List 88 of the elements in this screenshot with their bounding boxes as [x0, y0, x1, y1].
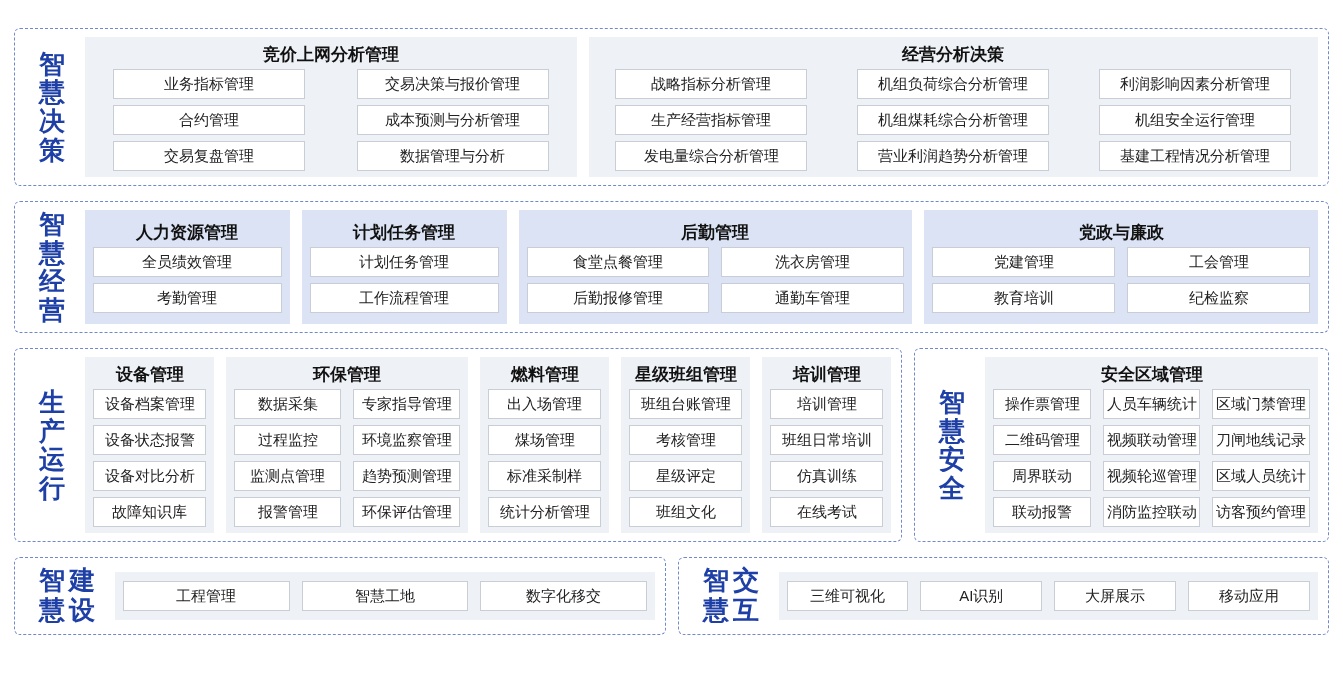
function-item[interactable]: 合约管理 — [112, 105, 305, 135]
function-item[interactable]: 刀闸地线记录 — [1212, 425, 1310, 456]
function-item[interactable]: 视频联动管理 — [1102, 425, 1201, 456]
function-item[interactable]: 工程管理 — [123, 581, 290, 612]
function-item[interactable]: 三维可视化 — [786, 581, 909, 612]
section-title: 智慧经营 — [39, 210, 65, 325]
function-item[interactable]: 战略指标分析管理 — [615, 69, 808, 99]
function-item[interactable]: 星级评定 — [629, 461, 743, 492]
function-item[interactable]: 培训管理 — [770, 389, 884, 420]
function-item[interactable]: 数据管理与分析 — [356, 141, 549, 171]
function-item[interactable]: 洗衣房管理 — [721, 247, 905, 278]
module-title: 星级班组管理 — [633, 364, 738, 387]
function-item[interactable]: 二维码管理 — [993, 425, 1091, 456]
section-title: 智慧决策 — [39, 49, 65, 165]
function-item[interactable]: 工作流程管理 — [309, 283, 499, 314]
function-item[interactable]: 利润影响因素分析管理 — [1099, 69, 1292, 99]
function-item[interactable]: 工会管理 — [1127, 247, 1310, 278]
function-item[interactable]: 趋势预测管理 — [353, 461, 461, 492]
function-item[interactable]: 智慧工地 — [301, 581, 468, 612]
function-item[interactable]: 专家指导管理 — [353, 389, 461, 420]
module-title: 培训管理 — [791, 364, 862, 387]
section-title: 智慧交互 — [702, 566, 759, 627]
function-item[interactable]: 数字化移交 — [480, 581, 647, 612]
section-title: 智慧安全 — [939, 388, 966, 503]
function-item[interactable]: 过程监控 — [234, 425, 342, 456]
function-item[interactable]: 班组日常培训 — [770, 425, 884, 456]
function-item[interactable]: 人员车辆统计 — [1102, 389, 1201, 420]
section-title: 生产运行 — [39, 388, 65, 503]
function-item[interactable]: 考勤管理 — [93, 283, 282, 314]
function-item[interactable]: 监测点管理 — [234, 461, 342, 492]
section-title: 智慧建设 — [39, 566, 95, 627]
function-item[interactable]: 区域人员统计 — [1212, 461, 1310, 492]
function-item[interactable]: 消防监控联动 — [1102, 497, 1201, 528]
function-item[interactable]: 移动应用 — [1188, 581, 1310, 612]
function-item[interactable]: 环保评估管理 — [353, 497, 461, 528]
function-item[interactable]: 班组台账管理 — [629, 389, 743, 420]
function-item[interactable]: AI识别 — [920, 581, 1043, 612]
module-title: 设备管理 — [114, 364, 185, 387]
function-item[interactable]: 故障知识库 — [93, 497, 207, 528]
function-item[interactable]: 考核管理 — [629, 425, 743, 456]
module-title: 人力资源管理 — [135, 222, 240, 245]
function-item[interactable]: 机组煤耗综合分析管理 — [857, 105, 1050, 135]
function-item[interactable]: 全员绩效管理 — [93, 247, 282, 278]
function-item[interactable]: 出入场管理 — [488, 389, 602, 420]
function-item[interactable]: 区域门禁管理 — [1212, 389, 1310, 420]
function-item[interactable]: 食堂点餐管理 — [526, 247, 710, 278]
module-title: 党政与廉政 — [1077, 222, 1165, 245]
function-item[interactable]: 纪检监察 — [1127, 283, 1310, 314]
function-item[interactable]: 教育培训 — [932, 283, 1116, 314]
module-title: 后勤管理 — [680, 222, 751, 245]
function-item[interactable]: 视频轮巡管理 — [1102, 461, 1201, 492]
function-item[interactable]: 计划任务管理 — [309, 247, 499, 278]
function-item[interactable]: 煤场管理 — [488, 425, 602, 456]
function-item[interactable]: 大屏展示 — [1054, 581, 1177, 612]
function-item[interactable]: 班组文化 — [629, 497, 743, 528]
function-item[interactable]: 报警管理 — [234, 497, 342, 528]
function-item[interactable]: 数据采集 — [234, 389, 342, 420]
function-item[interactable]: 成本预测与分析管理 — [356, 105, 549, 135]
function-item[interactable]: 机组安全运行管理 — [1099, 105, 1292, 135]
function-item[interactable]: 标准采制样 — [488, 461, 602, 492]
function-item[interactable]: 访客预约管理 — [1212, 497, 1310, 528]
function-item[interactable]: 联动报警 — [993, 497, 1091, 528]
function-item[interactable]: 发电量综合分析管理 — [615, 141, 808, 171]
module-title: 经营分析决策 — [901, 44, 1006, 66]
function-item[interactable]: 统计分析管理 — [488, 497, 602, 528]
module-title: 燃料管理 — [509, 364, 580, 387]
module-title: 竞价上网分析管理 — [261, 44, 400, 66]
function-item[interactable]: 基建工程情况分析管理 — [1099, 141, 1292, 171]
function-item[interactable]: 营业利润趋势分析管理 — [857, 141, 1050, 171]
function-item[interactable]: 设备状态报警 — [93, 425, 207, 456]
function-item[interactable]: 通勤车管理 — [721, 283, 905, 314]
function-item[interactable]: 在线考试 — [770, 497, 884, 528]
function-item[interactable]: 交易复盘管理 — [112, 141, 305, 171]
module-title: 安全区域管理 — [1099, 364, 1204, 387]
function-item[interactable]: 周界联动 — [993, 461, 1091, 492]
function-item[interactable]: 设备对比分析 — [93, 461, 207, 492]
function-item[interactable]: 机组负荷综合分析管理 — [857, 69, 1050, 99]
function-item[interactable]: 业务指标管理 — [112, 69, 305, 99]
module-title: 环保管理 — [311, 364, 383, 387]
module-title: 计划任务管理 — [351, 222, 457, 245]
function-item[interactable]: 后勤报修管理 — [526, 283, 710, 314]
function-item[interactable]: 交易决策与报价管理 — [356, 69, 549, 99]
function-item[interactable]: 仿真训练 — [770, 461, 884, 492]
function-item[interactable]: 生产经营指标管理 — [615, 105, 808, 135]
function-item[interactable]: 环境监察管理 — [353, 425, 461, 456]
function-item[interactable]: 党建管理 — [932, 247, 1116, 278]
function-item[interactable]: 设备档案管理 — [93, 389, 207, 420]
function-item[interactable]: 操作票管理 — [993, 389, 1091, 420]
